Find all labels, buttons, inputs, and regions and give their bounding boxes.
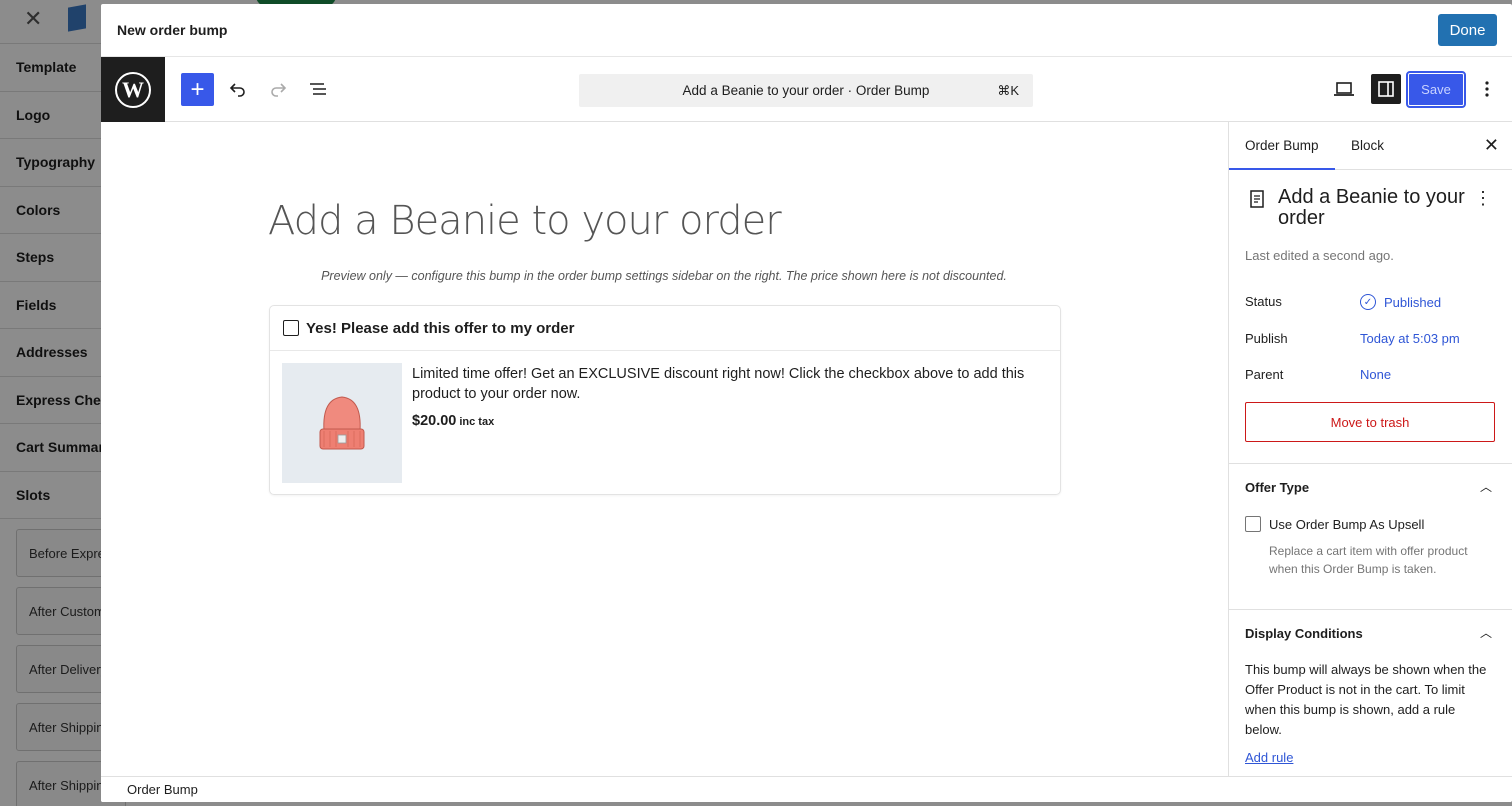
tab-order-bump[interactable]: Order Bump <box>1245 138 1319 153</box>
sidebar-icon <box>1378 81 1394 97</box>
section-divider <box>1229 609 1512 610</box>
offer-price: $20.00 inc tax <box>412 413 494 429</box>
move-to-trash-button[interactable]: Move to trash <box>1245 402 1495 442</box>
document-overview-button[interactable] <box>302 73 334 105</box>
order-bump-modal: New order bump Done W + Add a Beanie to … <box>101 4 1512 802</box>
settings-panel-toggle[interactable] <box>1371 74 1401 104</box>
preview-note: Preview only — configure this bump in th… <box>321 269 1007 283</box>
modal-title: New order bump <box>117 22 228 38</box>
upsell-help-text: Replace a cart item with offer product w… <box>1269 544 1468 576</box>
order-bump-card[interactable]: Yes! Please add this offer to my order L… <box>269 305 1061 495</box>
close-sidebar-icon[interactable]: ✕ <box>1484 135 1499 156</box>
status-value[interactable]: ✓ Published <box>1360 294 1441 310</box>
breadcrumb-item[interactable]: Order Bump <box>127 782 198 797</box>
done-button[interactable]: Done <box>1438 14 1497 46</box>
laptop-icon <box>1334 82 1354 96</box>
publish-label: Publish <box>1245 331 1288 346</box>
kebab-menu-icon <box>1485 81 1489 97</box>
modal-header: New order bump Done <box>101 4 1512 57</box>
tax-label: inc tax <box>459 416 495 428</box>
offer-checkbox-label: Yes! Please add this offer to my order <box>306 319 575 337</box>
order-bump-body: Limited time offer! Get an EXCLUSIVE dis… <box>270 351 1060 496</box>
wordpress-icon: W <box>115 71 151 108</box>
chevron-up-icon[interactable]: ︿ <box>1480 624 1492 641</box>
save-button[interactable]: Save <box>1406 71 1466 108</box>
last-edited: Last edited a second ago. <box>1245 248 1394 263</box>
parent-label: Parent <box>1245 367 1284 382</box>
offer-checkbox[interactable] <box>283 320 299 336</box>
command-palette-bar[interactable]: Add a Beanie to your order · Order Bump … <box>579 74 1033 107</box>
wordpress-logo-button[interactable]: W <box>101 57 165 122</box>
upsell-checkbox-label: Use Order Bump As Upsell <box>1269 516 1425 532</box>
undo-button[interactable] <box>222 73 254 105</box>
offer-description: Limited time offer! Get an EXCLUSIVE dis… <box>412 366 1025 402</box>
status-label: Status <box>1245 294 1282 309</box>
status-text: Published <box>1384 294 1442 310</box>
publish-date[interactable]: Today at 5:03 pm <box>1360 331 1460 346</box>
order-bump-header: Yes! Please add this offer to my order <box>270 306 1060 351</box>
post-actions-icon[interactable]: ⋮ <box>1474 188 1492 209</box>
editor-canvas: Add a Beanie to your order Preview only … <box>101 122 1228 776</box>
published-check-icon: ✓ <box>1360 294 1376 310</box>
upsell-option: Use Order Bump As Upsell <box>1245 516 1424 532</box>
offer-type-title[interactable]: Offer Type <box>1245 480 1309 495</box>
command-bar-title: Add a Beanie to your order · Order Bump <box>682 83 930 98</box>
command-shortcut: ⌘K <box>997 83 1019 98</box>
post-title[interactable]: Add a Beanie to your order <box>268 198 782 244</box>
sidebar-post-title: Add a Beanie to your order <box>1278 186 1465 229</box>
redo-button[interactable] <box>262 73 294 105</box>
chevron-up-icon[interactable]: ︿ <box>1480 478 1492 495</box>
display-conditions-title[interactable]: Display Conditions <box>1245 626 1363 641</box>
plus-icon: + <box>190 75 205 103</box>
section-divider <box>1229 463 1512 464</box>
undo-icon <box>229 83 245 97</box>
list-view-icon <box>310 83 326 95</box>
product-image <box>282 363 402 483</box>
preview-button[interactable] <box>1328 73 1360 105</box>
block-breadcrumb-bar: Order Bump <box>101 776 1512 802</box>
display-conditions-text: This bump will always be shown when the … <box>1245 662 1487 737</box>
sidebar-tabs: Order Bump Block ✕ <box>1229 122 1512 170</box>
beanie-icon <box>319 396 365 450</box>
settings-sidebar: Order Bump Block ✕ Add a Beanie to your … <box>1228 122 1512 776</box>
redo-icon <box>271 83 287 97</box>
tab-block[interactable]: Block <box>1351 138 1384 153</box>
upsell-checkbox[interactable] <box>1245 516 1261 532</box>
active-tab-indicator <box>1229 168 1335 170</box>
editor-toolbar: W + Add a Beanie to your order · Order B… <box>101 57 1512 122</box>
price-amount: $20.00 <box>412 413 457 429</box>
add-block-button[interactable]: + <box>181 73 214 106</box>
add-rule-link[interactable]: Add rule <box>1245 750 1293 765</box>
options-button[interactable] <box>1471 73 1503 105</box>
parent-value[interactable]: None <box>1360 367 1391 382</box>
document-icon <box>1249 190 1265 213</box>
